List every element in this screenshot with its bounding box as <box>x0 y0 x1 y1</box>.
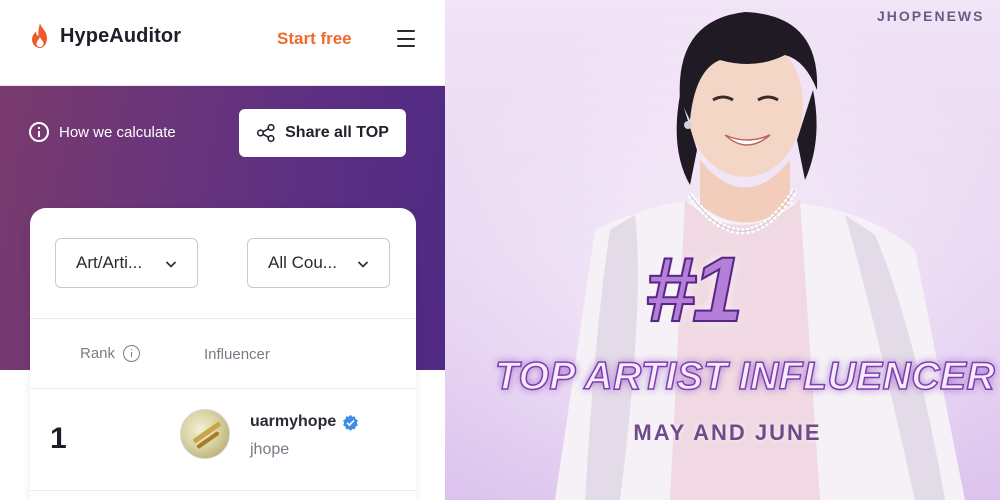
hypeauditor-panel: HypeAuditor Start free How we calculate … <box>0 0 445 500</box>
how-we-calculate-label: How we calculate <box>59 123 176 141</box>
how-we-calculate-link[interactable]: How we calculate <box>29 122 176 142</box>
verified-badge-icon <box>343 414 359 431</box>
divider <box>30 318 416 319</box>
hamburger-icon[interactable] <box>397 30 417 47</box>
share-all-top-label: Share all TOP <box>285 124 389 141</box>
info-icon[interactable] <box>123 345 141 362</box>
influencer-username[interactable]: uarmyhope <box>250 413 359 431</box>
ranking-card: Art/Arti... All Cou... Rank Influencer 1… <box>30 208 416 500</box>
promo-subline: MAY AND JUNE <box>633 420 822 445</box>
influencer-name: jhope <box>250 441 290 458</box>
flame-icon <box>32 23 47 48</box>
brand-logo[interactable]: HypeAuditor <box>28 22 181 50</box>
country-select[interactable]: All Cou... <box>247 238 390 288</box>
category-select-value: Art/Arti... <box>76 253 143 272</box>
top-bar: HypeAuditor Start free <box>0 0 445 86</box>
divider <box>30 490 416 491</box>
rank-column-header: Rank <box>80 345 141 362</box>
promo-image: JHOPENEWS #1 TOP ARTIST INFLUENCER MAY A… <box>445 0 1000 500</box>
category-select[interactable]: Art/Arti... <box>55 238 198 288</box>
chevron-down-icon <box>165 261 177 268</box>
share-icon <box>257 123 275 143</box>
promo-headline: TOP ARTIST INFLUENCER <box>494 354 996 399</box>
start-free-link[interactable]: Start free <box>277 29 352 49</box>
username-text: uarmyhope <box>250 413 337 430</box>
brand-name: HypeAuditor <box>60 24 182 47</box>
info-icon <box>29 122 49 142</box>
rank-badge-text: #1 <box>644 238 744 342</box>
country-select-value: All Cou... <box>268 253 337 272</box>
avatar <box>180 409 230 459</box>
table-row[interactable]: 1 uarmyhope jhope <box>30 389 416 489</box>
chevron-down-icon <box>357 261 369 268</box>
share-all-top-button[interactable]: Share all TOP <box>239 109 406 157</box>
watermark-text: JHOPENEWS <box>877 8 985 24</box>
influencer-column-header: Influencer <box>204 346 270 363</box>
rank-header-label: Rank <box>80 345 116 362</box>
rank-number: 1 <box>50 422 67 455</box>
